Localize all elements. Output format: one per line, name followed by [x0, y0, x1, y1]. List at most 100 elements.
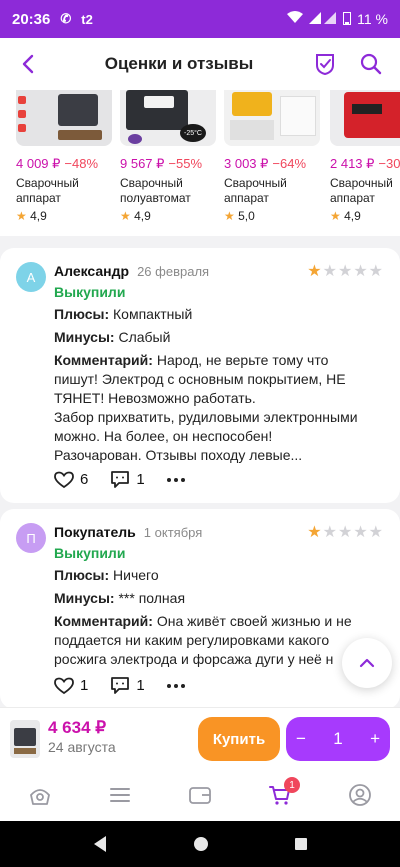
star-icon: ★: [224, 209, 235, 223]
star-icon: ★: [307, 524, 323, 541]
nav-home[interactable]: [20, 775, 60, 815]
product-price: 2 413 ₽−30%: [330, 156, 400, 171]
review-comment-line: Разочарован. Отзывы походу левые...: [54, 447, 303, 463]
product-image: [224, 90, 320, 146]
product-image: -25°C: [120, 90, 216, 146]
back-button[interactable]: [0, 38, 56, 90]
product-thumbnail: [10, 720, 40, 758]
like-button[interactable]: 1: [54, 677, 88, 695]
carrier-label: t2: [81, 11, 93, 27]
search-button[interactable]: [348, 38, 394, 90]
heart-icon: [54, 677, 74, 694]
review-actions: 1 1: [54, 676, 185, 695]
product-price: 3 003 ₽ −64%: [224, 156, 307, 171]
search-icon: [360, 53, 382, 75]
comments-button[interactable]: 1: [110, 676, 145, 695]
scroll-to-top-button[interactable]: [342, 638, 392, 688]
star-icon: ★: [307, 263, 323, 280]
comment-icon: [111, 677, 130, 694]
review-pros: Плюсы: Ничего: [54, 567, 159, 583]
chevron-left-icon: [22, 54, 34, 74]
recents-square-icon[interactable]: [294, 837, 308, 851]
more-dots-icon: [166, 477, 185, 482]
similar-products-carousel[interactable]: 4 009 ₽ −48% Сварочный аппарат ★ 4,9 -25°…: [0, 90, 400, 236]
product-card[interactable]: 3 003 ₽ −64% Сварочный аппарат ★ 5,0: [224, 90, 320, 223]
comments-button[interactable]: 1: [110, 470, 145, 489]
avatar: П: [16, 523, 46, 553]
battery-percent: 11 %: [357, 11, 388, 27]
bottom-navigation: 1: [0, 769, 400, 821]
star-icon: ★: [16, 209, 27, 223]
review-comment-line: можно. На более, он неспособен!: [54, 428, 273, 444]
like-count: 6: [80, 471, 89, 488]
more-button[interactable]: [166, 683, 185, 688]
review-pros: Плюсы: Компактный: [54, 306, 193, 322]
review-comment-line: поддается ни каким регулировками какого: [54, 632, 330, 648]
product-price: 4 634 ₽: [48, 718, 107, 737]
status-bar: 20:36 ✆ t2 11 %: [0, 0, 400, 38]
review-cons: Минусы: *** полная: [54, 590, 186, 606]
menu-icon: [110, 788, 130, 802]
review-card: А Александр 26 февраля ★★★★★ Выкупили Пл…: [0, 248, 400, 503]
review-header: Александр 26 февраля: [54, 263, 209, 279]
comment-icon: [111, 471, 130, 488]
product-price: 9 567 ₽ −55%: [120, 156, 203, 171]
nav-wallet[interactable]: [180, 775, 220, 815]
buy-button[interactable]: Купить: [198, 717, 280, 761]
product-rating: ★ 4,9: [120, 209, 151, 223]
product-name: Сварочный аппарат: [16, 176, 79, 205]
review-comment-line: ТЯНЕТ! Невозможно работать.: [54, 390, 256, 406]
battery-icon: [343, 11, 352, 28]
product-price: 4 009 ₽ −48%: [16, 156, 99, 171]
product-card[interactable]: 2 413 ₽−30% Сварочный аппарат ★ 4,9: [330, 90, 400, 223]
nav-cart[interactable]: 1: [260, 775, 300, 815]
star-icon: ★: [353, 524, 369, 541]
product-name: Сварочный аппарат: [224, 176, 287, 205]
review-actions: 6 1: [54, 470, 185, 489]
decrease-button[interactable]: −: [296, 729, 306, 749]
product-card[interactable]: 4 009 ₽ −48% Сварочный аппарат ★ 4,9: [16, 90, 112, 223]
reviewer-name: Александр: [54, 263, 130, 279]
nav-catalog[interactable]: [100, 775, 140, 815]
star-icon: ★: [337, 524, 354, 541]
quantity-value: 1: [333, 729, 343, 748]
page-title: Оценки и отзывы: [104, 54, 254, 73]
back-triangle-icon[interactable]: [92, 835, 108, 853]
star-icon: ★: [322, 524, 338, 541]
buy-bar: 4 634 ₽ 24 августа Купить − 1 +: [0, 707, 400, 769]
more-button[interactable]: [166, 477, 185, 482]
review-date: 26 февраля: [137, 264, 210, 279]
review-comment-line: Забор прихватить, рудиловыми электронным…: [54, 409, 358, 425]
star-icon: ★: [368, 524, 384, 541]
nav-profile[interactable]: [340, 775, 380, 815]
product-rating: ★ 4,9: [16, 209, 47, 223]
star-icon: ★: [353, 263, 369, 280]
rating-stars: ★★★★★: [307, 261, 384, 281]
wallet-icon: [189, 787, 211, 804]
verified-reviews-button[interactable]: [302, 38, 348, 90]
comment-count: 1: [136, 471, 145, 488]
review-cons: Минусы: Слабый: [54, 329, 171, 345]
purchased-badge: Выкупили: [54, 284, 126, 300]
chevron-up-icon: [359, 658, 375, 668]
top-app-bar: Оценки и отзывы: [0, 38, 400, 90]
review-comment-line: пишут! Электрод с основным покрытием, НЕ: [54, 371, 346, 387]
avatar: А: [16, 262, 46, 292]
comment-count: 1: [136, 677, 145, 694]
product-name: Сварочный полуавтомат: [120, 176, 191, 205]
product-image: [330, 90, 400, 146]
cart-badge: 1: [284, 777, 300, 793]
review-comment-line: Комментарий: Она живёт своей жизнью и не: [54, 613, 352, 629]
like-button[interactable]: 6: [54, 471, 88, 489]
star-icon: ★: [330, 209, 341, 223]
product-card[interactable]: -25°C 9 567 ₽ −55% Сварочный полуавтомат …: [120, 90, 216, 223]
star-icon: ★: [120, 209, 131, 223]
product-rating: ★ 5,0: [224, 209, 255, 223]
status-time: 20:36: [12, 10, 51, 28]
review-card: П Покупатель 1 октября ★★★★★ Выкупили Пл…: [0, 509, 400, 709]
rating-stars: ★★★★★: [307, 522, 384, 542]
notification-icon: ✆: [60, 11, 72, 26]
review-comment-line: Комментарий: Народ, не верьте тому что: [54, 352, 329, 368]
home-circle-icon[interactable]: [193, 836, 209, 852]
increase-button[interactable]: +: [370, 729, 380, 749]
